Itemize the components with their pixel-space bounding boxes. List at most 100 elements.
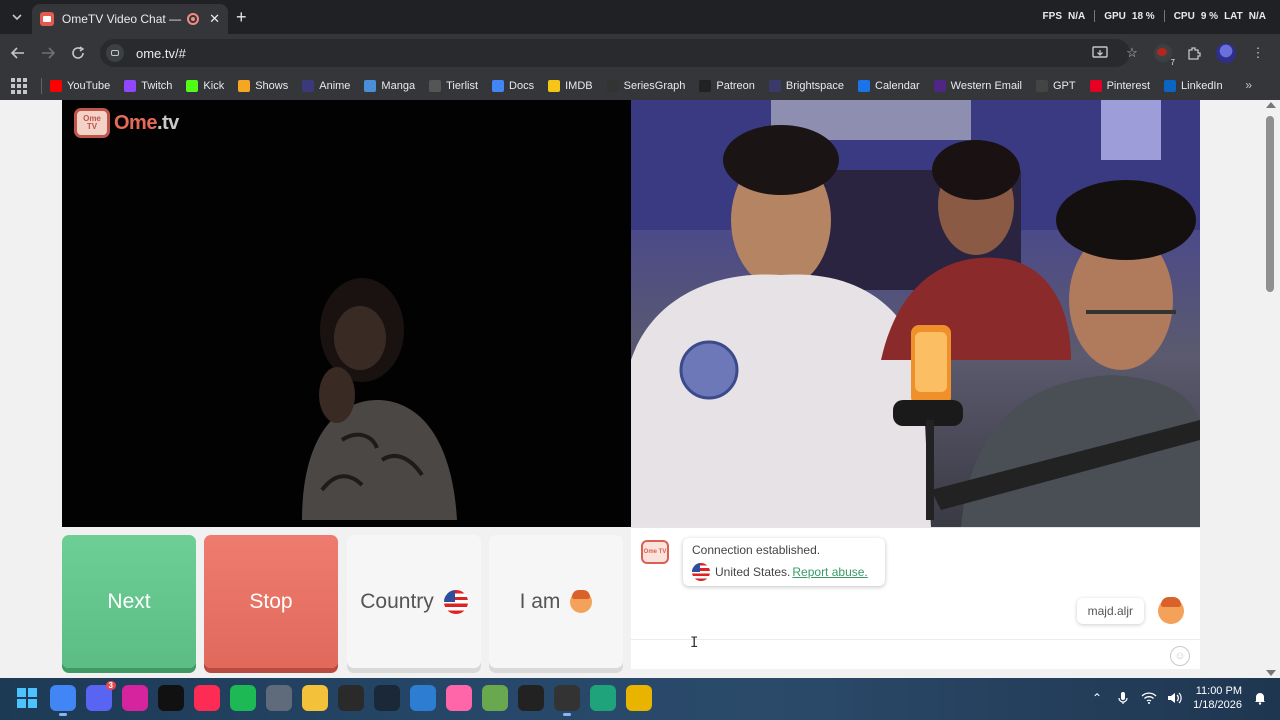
ometv-logo[interactable]: Ome TV Ome.tv [74, 108, 179, 138]
app-blue-icon[interactable] [410, 685, 436, 711]
settings-icon[interactable] [266, 685, 292, 711]
bookmark-tierlist[interactable]: Tierlist [429, 80, 478, 92]
user-chat-message: majd.aljr [1076, 598, 1144, 624]
chat-message-input[interactable] [641, 641, 1161, 667]
volume-icon[interactable] [1167, 690, 1183, 706]
forward-button[interactable] [38, 43, 58, 63]
bookmark-label: Pinterest [1106, 80, 1151, 92]
new-tab-button[interactable]: + [236, 7, 247, 28]
bookmark-western-email[interactable]: Western Email [933, 80, 1022, 92]
logo-word-ome: Ome [114, 111, 157, 134]
microphone-icon[interactable] [1115, 690, 1131, 706]
notifications-bell-icon[interactable] [1252, 690, 1268, 706]
bookmark-list: YouTube Twitch Kick Shows Anime Manga Tierlist… [50, 80, 1237, 92]
clock[interactable]: 11:00 PM 1/18/2026 [1193, 684, 1242, 712]
tab-search-button[interactable] [6, 7, 28, 27]
clock-date: 1/18/2026 [1193, 699, 1242, 711]
file-explorer-icon[interactable] [302, 685, 328, 711]
bookmark-youtube[interactable]: YouTube [50, 80, 110, 92]
capcut-icon[interactable] [554, 685, 580, 716]
app-circle-icon[interactable] [626, 685, 652, 711]
bookmark-anime[interactable]: Anime [302, 80, 350, 92]
bookmark-twitch[interactable]: Twitch [124, 80, 172, 92]
more-bookmarks-icon[interactable]: » [1245, 78, 1252, 92]
windows-start-icon[interactable] [14, 685, 40, 711]
stop-button[interactable]: Stop [204, 535, 338, 668]
bookmark-label: YouTube [67, 80, 111, 92]
imdb-icon [548, 80, 561, 92]
text-cursor-icon: I [690, 635, 699, 651]
address-bar[interactable]: ome.tv/# [100, 39, 1130, 67]
chat-controls: Next Stop Country I am [62, 535, 623, 669]
epic-games-icon[interactable] [338, 685, 364, 711]
latency-label: LAT [1224, 10, 1243, 22]
instagram-icon[interactable] [122, 685, 148, 711]
report-abuse-link[interactable]: Report abuse. [792, 565, 867, 579]
tiktok-studio-icon[interactable] [194, 685, 220, 711]
bookmark-star-icon[interactable]: ☆ [1122, 43, 1142, 63]
reload-button[interactable] [68, 43, 88, 63]
scroll-down-icon[interactable] [1266, 670, 1276, 676]
gpt-icon [1035, 80, 1048, 92]
scrollbar-thumb[interactable] [1266, 116, 1274, 292]
gender-button-label: I am [519, 589, 561, 613]
country-button[interactable]: Country [347, 535, 481, 668]
bookmark-label: Kick [203, 80, 225, 92]
extensions-puzzle-icon[interactable] [1184, 43, 1204, 63]
chrome-icon[interactable] [50, 685, 76, 716]
wifi-icon[interactable] [1141, 690, 1157, 706]
windows-taskbar: 3 ⌃ 11:00 PM 1/18/2026 [0, 678, 1280, 720]
manga-icon [364, 80, 377, 92]
bookmark-linkedin[interactable]: LinkedIn [1164, 80, 1223, 92]
bookmark-shows[interactable]: Shows [238, 80, 288, 92]
bookmark-brightspace[interactable]: Brightspace [768, 80, 844, 92]
bookmarks-bar: YouTube Twitch Kick Shows Anime Manga Tierlist… [0, 72, 1280, 100]
tab-strip: OmeTV Video Chat — Ome ✕ + FPS N/A GPU 1… [0, 0, 1280, 34]
scroll-up-icon[interactable] [1266, 102, 1276, 108]
browser-toolbar: ome.tv/# ☆ 7 ⋮ [0, 34, 1280, 72]
bookmark-seriesgraph[interactable]: SeriesGraph [606, 80, 686, 92]
capcut-mask-icon[interactable] [518, 685, 544, 711]
back-button[interactable] [8, 43, 28, 63]
app-green-icon[interactable] [590, 685, 616, 711]
app-layers-icon[interactable] [482, 685, 508, 711]
bookmark-kick[interactable]: Kick [186, 80, 224, 92]
discord-icon[interactable]: 3 [86, 681, 116, 711]
profile-avatar-icon[interactable] [1216, 43, 1236, 63]
self-camera-video [631, 100, 1200, 527]
partner-video: Ome TV Ome.tv [62, 100, 631, 527]
active-tab[interactable]: OmeTV Video Chat — Ome ✕ [32, 4, 228, 34]
tiktok-icon[interactable] [158, 685, 184, 711]
browser-menu-icon[interactable]: ⋮ [1248, 43, 1268, 63]
ometv-logo-badge-icon: Ome TV [74, 108, 110, 138]
bookmark-label: SeriesGraph [623, 80, 686, 92]
brightspace-icon [768, 80, 781, 92]
bookmark-label: Docs [509, 80, 535, 92]
bookmark-label: IMDB [565, 80, 593, 92]
user-message-text: majd.aljr [1087, 604, 1133, 618]
bookmark-calendar[interactable]: Calendar [858, 80, 920, 92]
gender-button[interactable]: I am [489, 535, 623, 668]
bookmark-manga[interactable]: Manga [364, 80, 415, 92]
osu-icon[interactable] [446, 685, 472, 711]
spotify-icon[interactable] [230, 685, 256, 711]
bookmark-pinterest[interactable]: Pinterest [1089, 80, 1151, 92]
bookmark-docs[interactable]: Docs [492, 80, 534, 92]
install-app-icon[interactable] [1090, 43, 1110, 63]
linkedin-icon [1164, 80, 1177, 92]
emoji-picker-icon[interactable]: ☺ [1170, 646, 1190, 666]
kick-icon [186, 80, 199, 92]
steam-icon[interactable] [374, 685, 400, 711]
chat-panel: Ome TV Connection established. United St… [631, 527, 1200, 669]
next-button[interactable]: Next [62, 535, 196, 668]
show-hidden-icons-icon[interactable]: ⌃ [1089, 690, 1105, 706]
tab-close-icon[interactable]: ✕ [209, 11, 220, 27]
bookmark-imdb[interactable]: IMDB [548, 80, 593, 92]
extension-recorder-icon[interactable]: 7 [1154, 44, 1176, 67]
page-scrollbar[interactable] [1262, 100, 1280, 678]
ometv-page: Ome TV Ome.tv Next Stop Country I am Ome… [0, 100, 1262, 678]
bookmark-patreon[interactable]: Patreon [699, 80, 755, 92]
bookmark-gpt[interactable]: GPT [1035, 80, 1076, 92]
site-info-icon[interactable] [106, 44, 124, 62]
apps-grid-icon[interactable] [11, 78, 27, 94]
